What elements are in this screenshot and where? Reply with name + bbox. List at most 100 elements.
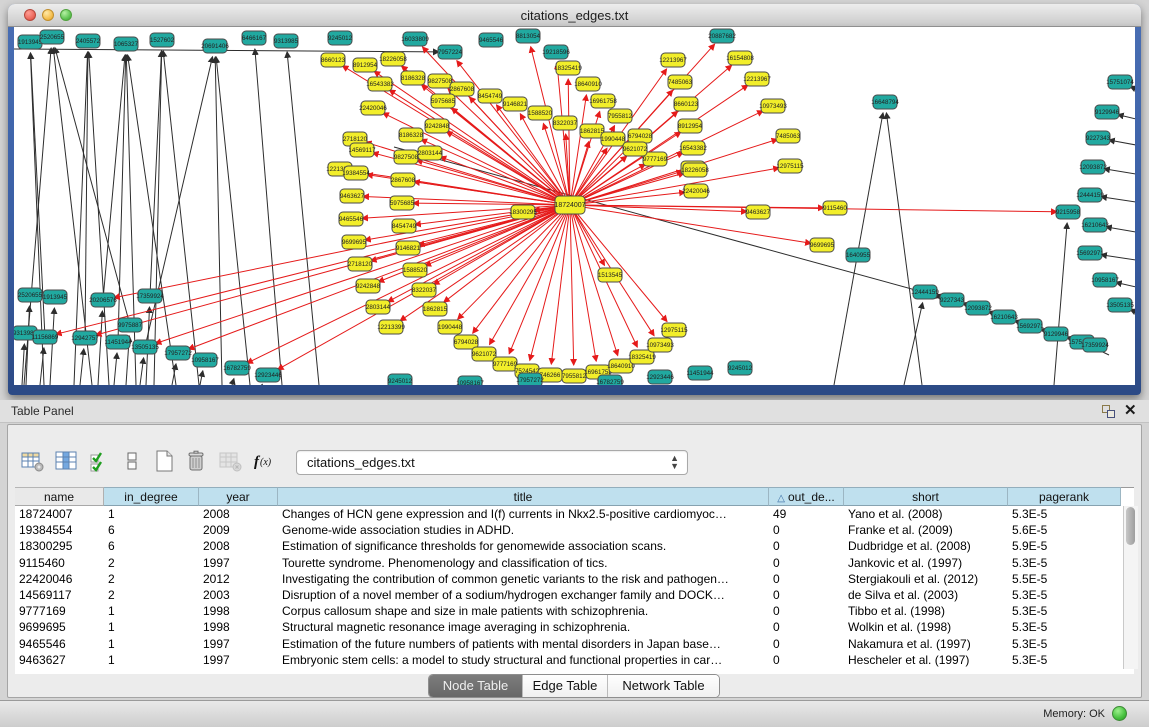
table-cell[interactable]: 2008 xyxy=(199,538,278,554)
table-cell[interactable]: 0 xyxy=(769,603,844,619)
table-cell[interactable]: Disruption of a novel member of a sodium… xyxy=(278,587,769,603)
table-cell[interactable]: Nakamura et al. (1997) xyxy=(844,636,1008,652)
table-cell[interactable]: 19384554 xyxy=(15,522,104,538)
table-cell[interactable]: 1 xyxy=(104,636,199,652)
table-cell[interactable]: 0 xyxy=(769,571,844,587)
table-cell[interactable]: 2009 xyxy=(199,522,278,538)
table-row[interactable]: 2242004622012Investigating the contribut… xyxy=(15,571,1121,587)
table-cell[interactable]: 0 xyxy=(769,652,844,668)
table-cell[interactable]: 0 xyxy=(769,522,844,538)
table-cell[interactable]: 1997 xyxy=(199,636,278,652)
table-cell[interactable]: 1997 xyxy=(199,652,278,668)
table-cell[interactable]: 5.5E-5 xyxy=(1008,571,1121,587)
table-row[interactable]: 1938455462009Genome-wide association stu… xyxy=(15,522,1121,538)
table-cell[interactable]: 1 xyxy=(104,619,199,635)
table-row[interactable]: 977716911998Corpus callosum shape and si… xyxy=(15,603,1121,619)
table-cell[interactable]: Corpus callosum shape and size in male p… xyxy=(278,603,769,619)
table-cell[interactable]: 5.6E-5 xyxy=(1008,522,1121,538)
table-cell[interactable]: 5.9E-5 xyxy=(1008,538,1121,554)
table-cell[interactable]: 5.3E-5 xyxy=(1008,619,1121,635)
table-cell[interactable]: 22420046 xyxy=(15,571,104,587)
table-cell[interactable]: 5.3E-5 xyxy=(1008,603,1121,619)
column-visibility-icon[interactable] xyxy=(52,447,80,475)
table-mode-icon[interactable] xyxy=(18,447,46,475)
table-cell[interactable]: Embryonic stem cells: a model to study s… xyxy=(278,652,769,668)
table-cell[interactable]: 9115460 xyxy=(15,555,104,571)
table-cell[interactable]: Dudbridge et al. (2008) xyxy=(844,538,1008,554)
table-cell[interactable]: 2012 xyxy=(199,571,278,587)
float-panel-icon[interactable] xyxy=(1101,405,1116,419)
table-cell[interactable]: 2 xyxy=(104,555,199,571)
table-cell[interactable]: 0 xyxy=(769,538,844,554)
table-row[interactable]: 969969511998Structural magnetic resonanc… xyxy=(15,619,1121,635)
table-cell[interactable]: 6 xyxy=(104,538,199,554)
row-mode-icon[interactable] xyxy=(118,447,146,475)
table-cell[interactable]: 0 xyxy=(769,587,844,603)
table-cell[interactable]: Stergiakouli et al. (2012) xyxy=(844,571,1008,587)
table-cell[interactable]: Changes of HCN gene expression and I(f) … xyxy=(278,506,769,522)
table-body[interactable]: 1872400712008Changes of HCN gene express… xyxy=(15,506,1121,669)
table-cell[interactable]: Jankovic et al. (1997) xyxy=(844,555,1008,571)
table-cell[interactable]: 1998 xyxy=(199,619,278,635)
table-cell[interactable]: Structural magnetic resonance image aver… xyxy=(278,619,769,635)
table-cell[interactable]: de Silva et al. (2003) xyxy=(844,587,1008,603)
table-cell[interactable]: 1 xyxy=(104,652,199,668)
delete-column-icon[interactable] xyxy=(182,447,210,475)
table-cell[interactable]: Wolkin et al. (1998) xyxy=(844,619,1008,635)
network-canvas[interactable]: 1913945252065524055721065327152760220691… xyxy=(14,27,1135,385)
table-vertical-scrollbar[interactable] xyxy=(1123,506,1138,669)
tab-network-table[interactable]: Network Table xyxy=(608,675,719,697)
table-cell[interactable]: 5.3E-5 xyxy=(1008,652,1121,668)
table-cell[interactable]: 9465546 xyxy=(15,636,104,652)
citation-network-graph[interactable]: 1913945252065524055721065327152760220691… xyxy=(14,27,1135,385)
table-cell[interactable]: 5.3E-5 xyxy=(1008,587,1121,603)
table-cell[interactable]: 9699695 xyxy=(15,619,104,635)
table-cell[interactable]: 2 xyxy=(104,587,199,603)
column-header-name[interactable]: name xyxy=(15,487,104,506)
table-row[interactable]: 1872400712008Changes of HCN gene express… xyxy=(15,506,1121,522)
table-cell[interactable]: Investigating the contribution of common… xyxy=(278,571,769,587)
close-panel-icon[interactable]: ✕ xyxy=(1124,402,1137,420)
table-cell[interactable]: 0 xyxy=(769,619,844,635)
table-cell[interactable]: 5.3E-5 xyxy=(1008,636,1121,652)
column-header-title[interactable]: title xyxy=(278,487,769,506)
table-cell[interactable]: 18724007 xyxy=(15,506,104,522)
table-cell[interactable]: Estimation of the future numbers of pati… xyxy=(278,636,769,652)
table-cell[interactable]: Franke et al. (2009) xyxy=(844,522,1008,538)
table-cell[interactable]: 1998 xyxy=(199,603,278,619)
table-cell[interactable]: 0 xyxy=(769,636,844,652)
network-window-titlebar[interactable]: citations_edges.txt xyxy=(8,4,1141,27)
column-header-pagerank[interactable]: pagerank xyxy=(1008,487,1121,506)
column-header-year[interactable]: year xyxy=(199,487,278,506)
table-cell[interactable]: 1 xyxy=(104,603,199,619)
column-header-out-degree[interactable]: △out_de... xyxy=(769,487,844,506)
table-cell[interactable]: Tibbo et al. (1998) xyxy=(844,603,1008,619)
table-row[interactable]: 946362711997Embryonic stem cells: a mode… xyxy=(15,652,1121,668)
column-header-in-degree[interactable]: in_degree xyxy=(104,487,199,506)
tab-edge-table[interactable]: Edge Table xyxy=(523,675,608,697)
table-cell[interactable]: 1 xyxy=(104,506,199,522)
table-cell[interactable]: 14569117 xyxy=(15,587,104,603)
table-cell[interactable]: Yano et al. (2008) xyxy=(844,506,1008,522)
table-cell[interactable]: 2008 xyxy=(199,506,278,522)
table-cell[interactable]: 1997 xyxy=(199,555,278,571)
table-cell[interactable]: 49 xyxy=(769,506,844,522)
table-cell[interactable]: 2003 xyxy=(199,587,278,603)
table-cell[interactable]: Tourette syndrome. Phenomenology and cla… xyxy=(278,555,769,571)
table-cell[interactable]: Hescheler et al. (1997) xyxy=(844,652,1008,668)
table-row[interactable]: 911546021997Tourette syndrome. Phenomeno… xyxy=(15,555,1121,571)
table-cell[interactable]: 0 xyxy=(769,555,844,571)
table-row[interactable]: 1830029562008Estimation of significance … xyxy=(15,538,1121,554)
table-cell[interactable]: 18300295 xyxy=(15,538,104,554)
new-column-icon[interactable] xyxy=(150,447,178,475)
table-cell[interactable]: Estimation of significance thresholds fo… xyxy=(278,538,769,554)
select-all-icon[interactable] xyxy=(86,447,114,475)
function-builder-icon[interactable]: f(x) xyxy=(250,447,278,475)
table-cell[interactable]: 2 xyxy=(104,571,199,587)
table-selector-dropdown[interactable]: citations_edges.txt ▲▼ xyxy=(296,450,688,475)
column-header-short[interactable]: short xyxy=(844,487,1008,506)
table-cell[interactable]: 5.3E-5 xyxy=(1008,506,1121,522)
tab-node-table[interactable]: Node Table xyxy=(429,675,523,697)
table-cell[interactable]: 9463627 xyxy=(15,652,104,668)
scrollbar-thumb[interactable] xyxy=(1126,507,1135,545)
